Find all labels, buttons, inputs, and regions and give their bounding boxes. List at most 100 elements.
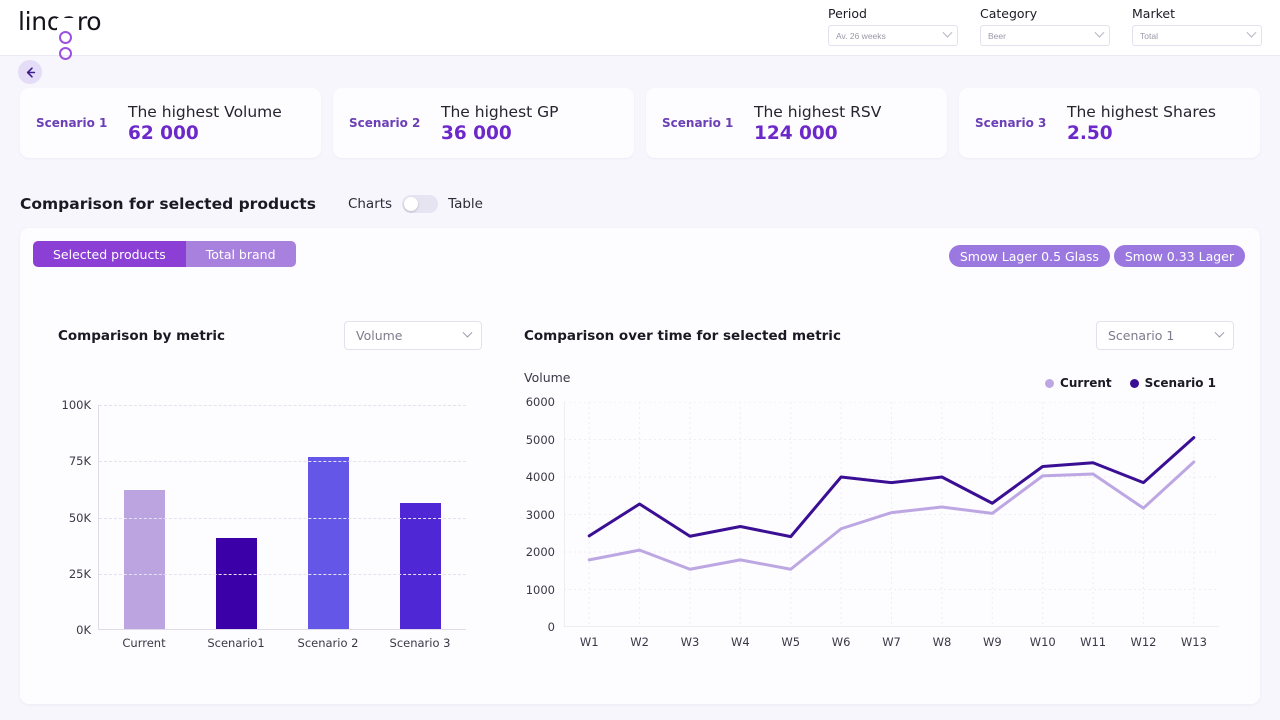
kpi-value: 36 000 [441,123,559,145]
kpi-value: 62 000 [128,123,282,145]
bar-chart-gridline [99,461,466,462]
kpi-title: The highest Volume [128,102,282,122]
bar-chart-gridline [99,574,466,575]
bar-chart-x-tick-label: Scenario 2 [282,636,374,650]
filter-period-label: Period [828,6,958,21]
toggle-knob [404,197,418,211]
charts-table-toggle[interactable] [402,195,438,213]
app-logo[interactable]: linoaro [18,9,168,49]
bar-chart-bar[interactable] [216,538,257,629]
kpi-body: The highest RSV 124 000 [754,102,881,145]
filter-market-value: Total [1140,31,1158,41]
filter-category-select[interactable]: Beer [980,25,1110,46]
kpi-card[interactable]: Scenario 3 The highest Shares 2.50 [959,88,1260,158]
product-chip[interactable]: Smow Lager 0.5 Glass [949,245,1110,267]
tab-selected-products[interactable]: Selected products [33,241,186,267]
legend-item-current[interactable]: Current [1045,376,1112,390]
selected-product-chips: Smow Lager 0.5 Glass Smow 0.33 Lager [949,245,1245,267]
line-chart-svg [564,402,1219,627]
legend-label: Scenario 1 [1145,376,1216,390]
bar-chart-gridline [99,405,466,406]
kpi-title: The highest RSV [754,102,881,122]
filter-market-label: Market [1132,6,1262,21]
line-chart-x-tick-label: W10 [1018,635,1068,649]
kpi-scenario-label: Scenario 1 [662,116,754,130]
line-chart-x-tick-label: W11 [1068,635,1118,649]
section-header: Comparison for selected products Charts … [20,195,483,213]
filter-category-label: Category [980,6,1110,21]
line-chart-x-tick-label: W2 [614,635,664,649]
kpi-value: 2.50 [1067,123,1216,145]
filter-period-select[interactable]: Av. 26 weeks [828,25,958,46]
line-chart-x-tick-label: W5 [766,635,816,649]
arrow-left-icon [24,66,37,79]
kpi-title: The highest GP [441,102,559,122]
bar-chart-bar[interactable] [308,457,349,629]
legend-label: Current [1060,376,1112,390]
logo-ring-lower-icon [59,47,72,60]
product-chip[interactable]: Smow 0.33 Lager [1114,245,1245,267]
chevron-down-icon [1095,27,1105,37]
kpi-value: 124 000 [754,123,881,145]
metric-select[interactable]: Volume [344,321,482,350]
line-chart-plot-area: 0100020003000400050006000 [564,402,1219,627]
bar-chart-x-tick-label: Current [98,636,190,650]
bar-chart-x-tick-label: Scenario1 [190,636,282,650]
bar-chart-bar[interactable] [124,490,165,630]
filter-period-value: Av. 26 weeks [836,31,886,41]
kpi-card[interactable]: Scenario 2 The highest GP 36 000 [333,88,634,158]
chevron-down-icon [463,327,473,337]
bar-chart-bar[interactable] [400,503,441,629]
bar-chart-x-tick-label: Scenario 3 [374,636,466,650]
line-chart-y-tick-label: 5000 [526,433,555,447]
line-chart-x-tick-label: W3 [665,635,715,649]
bar-chart-title: Comparison by metric [58,328,225,344]
kpi-card[interactable]: Scenario 1 The highest Volume 62 000 [20,88,321,158]
line-chart-y-tick-label: 6000 [526,395,555,409]
top-bar: linoaro Period Av. 26 weeks Category Bee… [0,0,1280,56]
filter-period: Period Av. 26 weeks [828,6,958,46]
bar-chart-y-tick-label: 75K [69,454,91,468]
line-chart-x-tick-label: W13 [1169,635,1219,649]
line-chart-x-tick-label: W4 [715,635,765,649]
product-scope-tabs: Selected products Total brand [33,241,296,267]
bar-chart-y-tick-label: 100K [62,398,92,412]
kpi-body: The highest GP 36 000 [441,102,559,145]
header-filters: Period Av. 26 weeks Category Beer Market… [828,6,1262,46]
kpi-title: The highest Shares [1067,102,1216,122]
kpi-body: The highest Shares 2.50 [1067,102,1216,145]
line-chart-x-tick-label: W1 [564,635,614,649]
bar-chart-y-tick-label: 25K [69,567,91,581]
kpi-scenario-label: Scenario 3 [975,116,1067,130]
bar-chart-gridline [99,518,466,519]
chevron-down-icon [1215,327,1225,337]
line-chart-y-tick-label: 2000 [526,545,555,559]
kpi-card[interactable]: Scenario 1 The highest RSV 124 000 [646,88,947,158]
line-chart-legend: Current Scenario 1 [1045,376,1216,390]
metric-select-value: Volume [356,328,403,343]
toggle-label-charts[interactable]: Charts [348,196,392,212]
line-chart-header: Comparison over time for selected metric… [524,321,1234,350]
filter-market: Market Total [1132,6,1262,46]
line-chart-y-tick-label: 1000 [526,583,555,597]
charts-table-toggle-group: Charts Table [348,195,483,213]
back-button[interactable] [18,60,42,84]
filter-category: Category Beer [980,6,1110,46]
filter-market-select[interactable]: Total [1132,25,1262,46]
logo-ring-upper-icon [59,31,72,44]
bar-chart-plot-area: 0K25K50K75K100K [98,405,466,630]
line-chart-x-tick-label: W9 [967,635,1017,649]
kpi-card-row: Scenario 1 The highest Volume 62 000 Sce… [20,88,1260,158]
tab-total-brand[interactable]: Total brand [186,241,296,267]
scenario-select-value: Scenario 1 [1108,328,1174,343]
kpi-scenario-label: Scenario 2 [349,116,441,130]
bar-chart-y-tick-label: 0K [76,623,91,637]
scenario-select[interactable]: Scenario 1 [1096,321,1234,350]
bar-chart-y-tick-label: 50K [69,511,91,525]
kpi-body: The highest Volume 62 000 [128,102,282,145]
legend-item-scenario-1[interactable]: Scenario 1 [1130,376,1216,390]
toggle-label-table[interactable]: Table [448,196,483,212]
filter-category-value: Beer [988,31,1006,41]
legend-dot-icon [1130,379,1139,388]
line-chart-y-tick-label: 3000 [526,508,555,522]
